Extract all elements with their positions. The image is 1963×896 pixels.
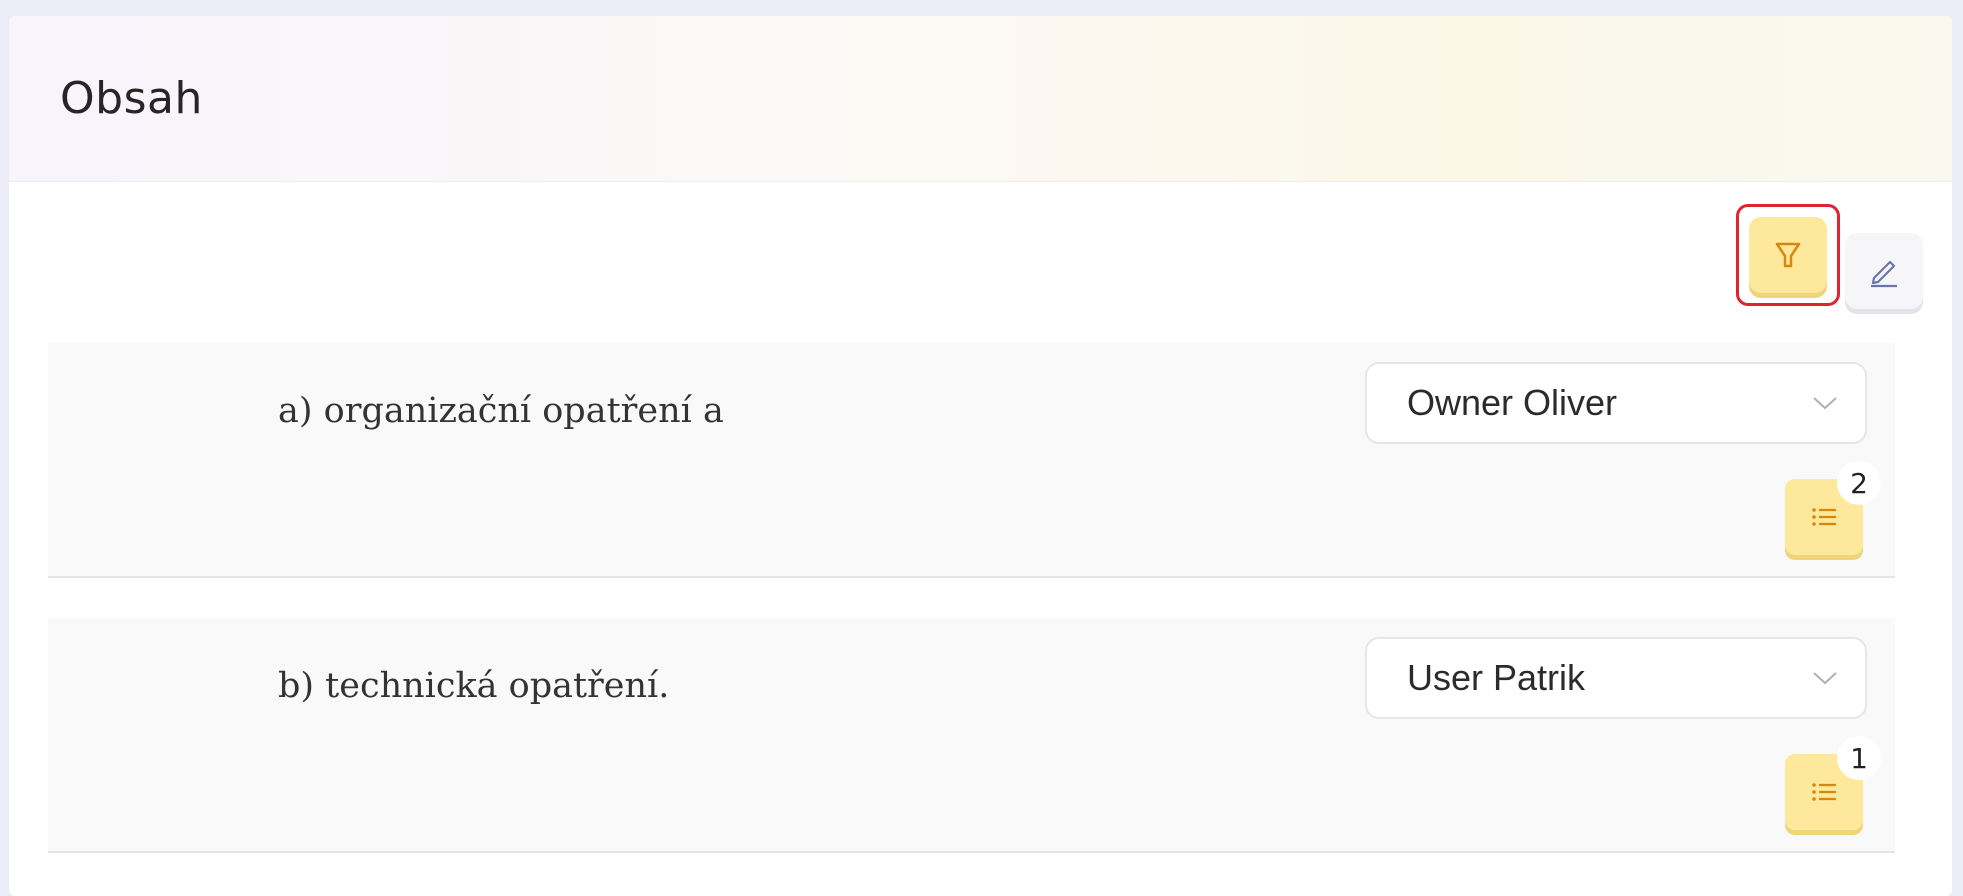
count-badge: 1 [1837,736,1881,780]
list-item: a) organizační opatření a Owner Oliver 2 [48,343,1895,578]
pencil-icon [1871,260,1897,288]
count-badge: 2 [1837,461,1881,505]
row-text: b) technická opatření. [278,666,670,706]
list-icon [1812,783,1836,801]
assignee-select[interactable]: Owner Oliver [1365,362,1867,444]
list-icon [1812,508,1836,526]
card-header: Obsah [9,16,1952,182]
filter-icon [1775,242,1801,268]
chevron-down-icon [1785,393,1865,413]
content-rows: a) organizační opatření a Owner Oliver 2… [48,343,1895,893]
chevron-down-icon [1785,668,1865,688]
card-title: Obsah [60,73,203,124]
assignee-value: Owner Oliver [1407,382,1618,423]
list-button[interactable]: 1 [1785,736,1881,830]
row-text: a) organizační opatření a [278,391,724,431]
list-item: b) technická opatření. User Patrik 1 [48,618,1895,853]
edit-button[interactable] [1845,233,1923,309]
filter-button[interactable] [1749,217,1827,293]
assignee-select[interactable]: User Patrik [1365,637,1867,719]
filter-highlight [1736,204,1840,306]
list-button[interactable]: 2 [1785,461,1881,555]
assignee-value: User Patrik [1407,657,1586,698]
